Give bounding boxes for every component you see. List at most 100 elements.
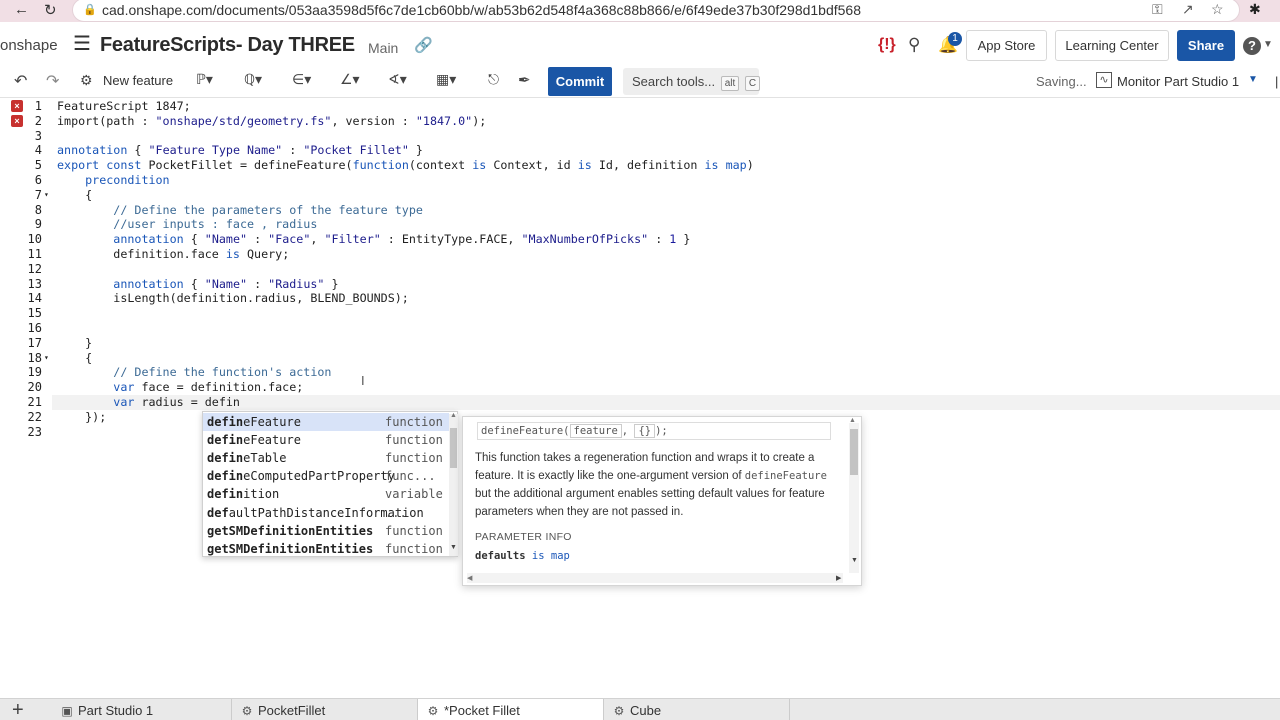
learning-center-button[interactable]: Learning Center bbox=[1055, 30, 1169, 61]
chevron-down-icon[interactable]: ▼ bbox=[1248, 74, 1258, 85]
insert-part-icon[interactable]: ℙ▾ bbox=[196, 71, 213, 88]
tab-pocketfillet[interactable]: ⚙ PocketFillet bbox=[232, 699, 418, 720]
param-type: map bbox=[550, 550, 570, 562]
tab-pocket-fillet[interactable]: ⚙ *Pocket Fillet bbox=[418, 699, 604, 720]
tab-label: Cube bbox=[630, 703, 662, 718]
fold-chevron-icon[interactable]: ▾ bbox=[44, 188, 49, 203]
star-icon[interactable]: ☆ bbox=[1211, 1, 1224, 18]
code-line[interactable]: }); bbox=[57, 410, 106, 425]
autocomplete-item[interactable]: getSMDefinitionEntities function bbox=[203, 522, 449, 540]
error-icon[interactable]: × bbox=[11, 100, 23, 112]
insert-entity-icon[interactable]: ∈▾ bbox=[292, 71, 311, 88]
autocomplete-item-type: function bbox=[385, 523, 443, 538]
format-brush-icon[interactable]: ✒ bbox=[518, 71, 531, 89]
tab-cube[interactable]: ⚙ Cube bbox=[604, 699, 790, 720]
tab-part-studio-1[interactable]: ▣ Part Studio 1 bbox=[52, 699, 232, 720]
undo-icon[interactable]: ↶ bbox=[14, 71, 27, 91]
search-tools-input[interactable]: Search tools... alt C bbox=[623, 68, 761, 95]
chevron-left-icon[interactable]: ◀ bbox=[467, 574, 472, 582]
code-line[interactable]: export const PocketFillet = defineFeatur… bbox=[57, 158, 754, 173]
search-icon[interactable]: ⚲ bbox=[908, 35, 920, 55]
code-token: definition.face bbox=[57, 247, 226, 261]
code-token: "MaxNumberOfPicks" bbox=[521, 232, 649, 247]
code-line[interactable]: { bbox=[57, 351, 92, 366]
code-line[interactable]: var radius = defin bbox=[57, 395, 240, 410]
line-number: 11 bbox=[27, 247, 42, 261]
code-line[interactable]: annotation { "Name" : "Face", "Filter" :… bbox=[57, 232, 690, 247]
code-token: { bbox=[183, 232, 205, 247]
code-token: "onshape/std/geometry.fs" bbox=[155, 113, 332, 128]
code-line[interactable]: isLength(definition.radius, BLEND_BOUNDS… bbox=[57, 291, 409, 306]
signature-arg-defaults: {} bbox=[634, 424, 656, 438]
fold-chevron-icon[interactable]: ▾ bbox=[44, 351, 49, 366]
code-line[interactable]: // Define the parameters of the feature … bbox=[57, 203, 423, 218]
toolbar-overflow[interactable]: | bbox=[1275, 74, 1278, 89]
app-store-button[interactable]: App Store bbox=[966, 30, 1047, 61]
insert-measure-icon[interactable]: ∢▾ bbox=[388, 71, 407, 88]
chevron-down-icon[interactable]: ▼ bbox=[1263, 39, 1273, 50]
code-line[interactable]: FeatureScript 1847; bbox=[57, 99, 191, 114]
code-line[interactable]: definition.face is Query; bbox=[57, 247, 289, 262]
code-line[interactable]: { bbox=[57, 188, 92, 203]
code-line[interactable]: annotation { "Name" : "Radius" } bbox=[57, 276, 338, 292]
chevron-down-icon[interactable]: ▼ bbox=[450, 544, 457, 551]
code-token: face = definition.face; bbox=[134, 380, 304, 395]
doc-horizontal-scrollbar[interactable] bbox=[467, 573, 843, 583]
url-text[interactable]: cad.onshape.com/documents/053aa3598d5f6c… bbox=[102, 2, 861, 18]
code-line[interactable]: //user inputs : face , radius bbox=[57, 217, 317, 232]
extensions-icon[interactable]: ✱ bbox=[1249, 1, 1261, 18]
reload-icon[interactable]: ↻ bbox=[44, 1, 57, 19]
autocomplete-scroll-thumb[interactable] bbox=[450, 428, 457, 468]
autocomplete-dropdown[interactable]: defineFeature function defineFeature functi… bbox=[202, 411, 458, 557]
insert-query-icon[interactable]: ℚ▾ bbox=[244, 71, 262, 88]
description-code: defineFeature bbox=[744, 470, 827, 482]
document-title[interactable]: FeatureScripts- Day THREE bbox=[100, 34, 355, 57]
autocomplete-match: defin bbox=[207, 415, 244, 429]
autocomplete-item[interactable]: defineComputedPartProperty func... bbox=[203, 467, 449, 485]
line-gutter: 1 × 2 × 3 4 5 6 7 ▾ 8 9 10 11 12 13 14 15 16 17 18 ▾ 19 20 21 2… bbox=[0, 98, 52, 698]
autocomplete-item[interactable]: getSMDefinitionEntities function bbox=[203, 540, 449, 558]
autocomplete-item[interactable]: defineTable function bbox=[203, 449, 449, 467]
code-line[interactable]: import(path : "onshape/std/geometry.fs",… bbox=[57, 114, 486, 129]
monitor-part-studio-select[interactable]: Monitor Part Studio 1 bbox=[1117, 74, 1239, 89]
chevron-right-icon[interactable]: ▶ bbox=[836, 574, 841, 582]
arrow-left-icon[interactable]: ← bbox=[14, 1, 29, 18]
branch-label: Main bbox=[368, 40, 399, 56]
code-line[interactable]: annotation { "Feature Type Name" : "Pock… bbox=[57, 143, 423, 158]
code-token: : bbox=[247, 276, 269, 291]
chevron-down-icon[interactable]: ▼ bbox=[851, 557, 858, 564]
autocomplete-item-type: ... bbox=[385, 505, 407, 520]
autocomplete-item[interactable]: defineFeature function bbox=[203, 431, 449, 449]
code-line[interactable]: // Define the function's action bbox=[57, 365, 331, 380]
code-line[interactable]: } bbox=[57, 336, 92, 351]
autocomplete-item-type: variable bbox=[385, 487, 443, 502]
key-icon[interactable]: ⚿ bbox=[1152, 1, 1163, 18]
code-token: { bbox=[183, 276, 205, 291]
code-token: isLength(definition.radius, BLEND_BOUNDS… bbox=[57, 291, 409, 306]
autocomplete-rest: eComputedPartProperty bbox=[243, 469, 395, 484]
chevron-up-icon[interactable]: ▲ bbox=[450, 412, 457, 419]
error-icon[interactable]: × bbox=[11, 114, 23, 127]
error-badge[interactable]: {!} bbox=[878, 36, 896, 54]
commit-button[interactable]: Commit bbox=[548, 67, 612, 96]
code-line[interactable]: var face = definition.face; bbox=[57, 380, 303, 395]
new-feature-button[interactable]: New feature bbox=[103, 73, 173, 88]
browser-bar: ← ↻ 🔒 cad.onshape.com/documents/053aa359… bbox=[0, 0, 1280, 22]
autocomplete-item[interactable]: definition variable bbox=[203, 485, 449, 503]
insert-sketch-icon[interactable]: ∠▾ bbox=[340, 71, 360, 88]
code-line[interactable]: precondition bbox=[57, 173, 169, 188]
autocomplete-item[interactable]: defineFeature function bbox=[203, 413, 449, 431]
link-icon[interactable]: 🔗 bbox=[414, 36, 433, 54]
plus-icon[interactable]: + bbox=[12, 700, 24, 720]
clipboard-icon[interactable]: ⎋ bbox=[488, 71, 499, 88]
share-page-icon[interactable]: ↗ bbox=[1182, 1, 1194, 18]
chevron-up-icon[interactable]: ▲ bbox=[849, 417, 856, 424]
menu-icon[interactable]: ☰ bbox=[73, 34, 91, 54]
help-icon[interactable]: ? bbox=[1243, 37, 1261, 55]
onshape-logo[interactable]: onshape bbox=[0, 37, 58, 54]
insert-table-icon[interactable]: ▦▾ bbox=[436, 71, 456, 88]
autocomplete-item[interactable]: defaultPathDistanceInformation... bbox=[203, 504, 449, 522]
share-button[interactable]: Share bbox=[1177, 30, 1235, 61]
doc-vertical-scroll-thumb[interactable] bbox=[850, 429, 858, 475]
redo-icon[interactable]: ↷ bbox=[46, 71, 59, 91]
